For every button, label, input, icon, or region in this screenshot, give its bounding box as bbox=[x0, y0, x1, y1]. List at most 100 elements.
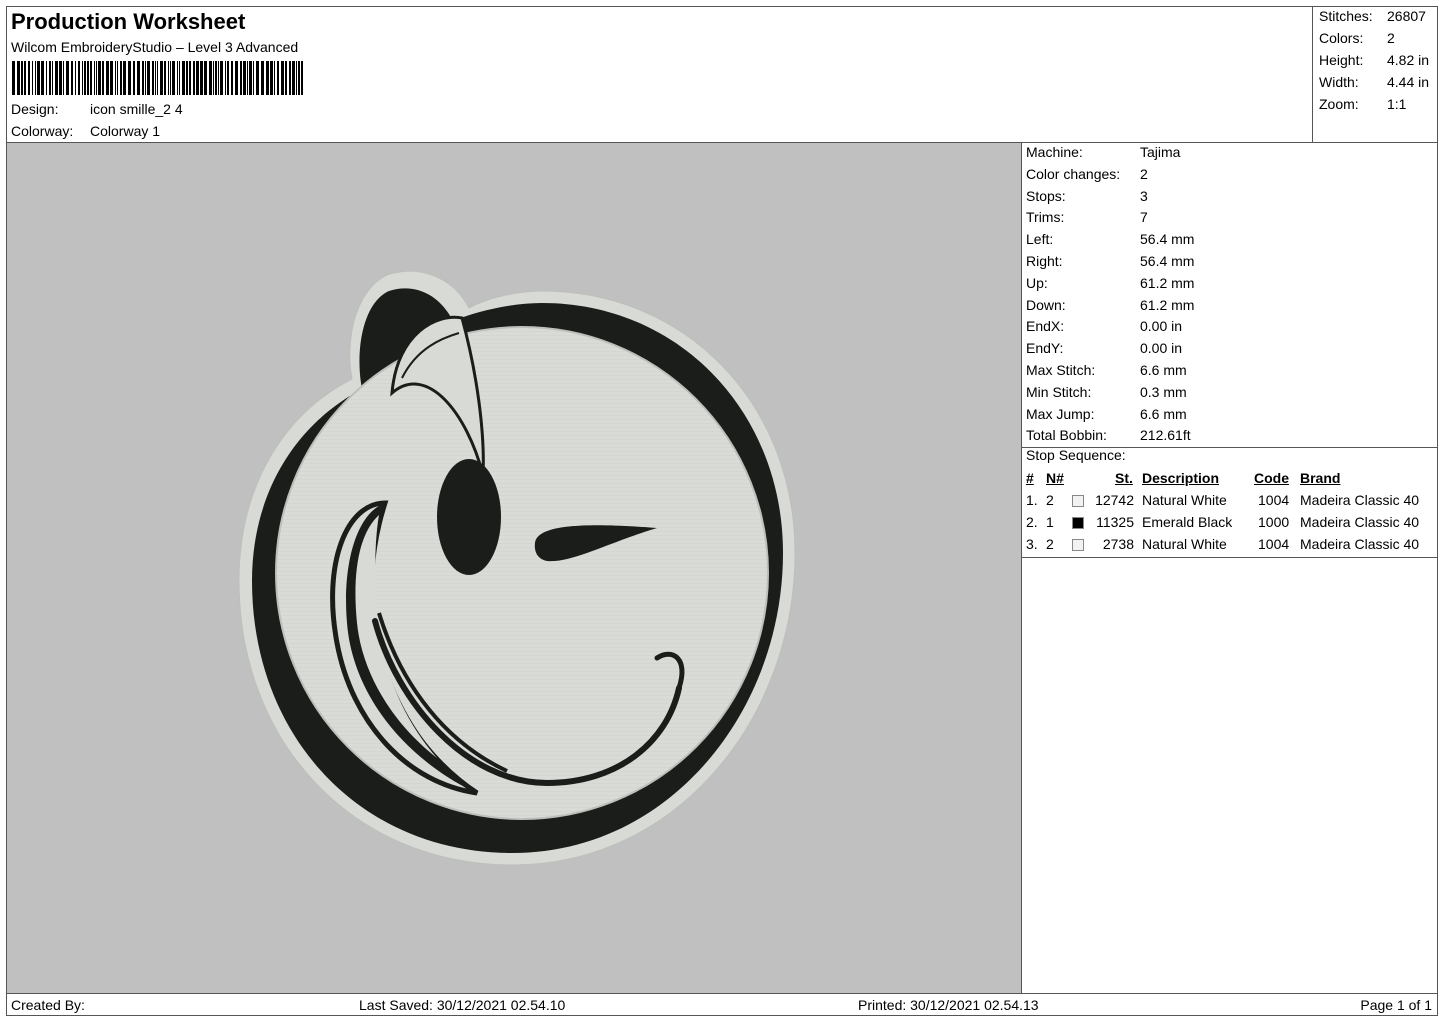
barcode-bar bbox=[152, 61, 154, 95]
created-by: Created By: bbox=[11, 997, 85, 1013]
stop-description: Natural White bbox=[1142, 492, 1227, 508]
barcode-bar bbox=[12, 61, 15, 95]
barcode-bar bbox=[75, 61, 76, 95]
barcode-bar bbox=[243, 61, 246, 95]
barcode-bar bbox=[63, 61, 64, 95]
machine-info-label: Total Bobbin: bbox=[1026, 427, 1107, 444]
barcode-bar bbox=[186, 61, 188, 95]
stop-description: Natural White bbox=[1142, 536, 1227, 552]
width-row: Width: 4.44 in bbox=[1319, 74, 1429, 90]
col-description-header: Description bbox=[1142, 470, 1220, 486]
barcode-bar bbox=[78, 61, 80, 95]
stop-description: Emerald Black bbox=[1142, 514, 1233, 530]
barcode-bar bbox=[218, 61, 219, 95]
machine-info-row: Max Stitch: 6.6 mm bbox=[1026, 362, 1187, 382]
barcode-bar bbox=[157, 61, 158, 95]
thread-color-swatch bbox=[1072, 539, 1084, 551]
stop-num: 1. bbox=[1026, 492, 1038, 508]
last-saved: Last Saved: 30/12/2021 02.54.10 bbox=[359, 997, 566, 1013]
machine-info-label: Trims: bbox=[1026, 209, 1065, 226]
stop-n: 2 bbox=[1046, 492, 1054, 508]
barcode-bar bbox=[35, 61, 36, 95]
barcode-bar bbox=[17, 61, 20, 95]
barcode-bar bbox=[59, 61, 62, 95]
colorway-value: Colorway 1 bbox=[90, 123, 161, 139]
worksheet-header: Production Worksheet Wilcom EmbroiderySt… bbox=[7, 7, 1313, 143]
barcode-bar bbox=[182, 61, 185, 95]
barcode-bar bbox=[87, 61, 89, 95]
stop-sequence-row: 2. 1 11325 Emerald Black 1000 Madeira Classic… bbox=[1022, 512, 1438, 534]
machine-info-label: Left: bbox=[1026, 231, 1054, 248]
stitches-row: Stitches: 26807 bbox=[1319, 8, 1426, 24]
barcode bbox=[12, 61, 303, 95]
machine-info-value: 61.2 mm bbox=[1140, 274, 1195, 291]
machine-info-value: Tajima bbox=[1140, 144, 1181, 160]
barcode-bar bbox=[142, 61, 144, 95]
barcode-bar bbox=[220, 61, 223, 95]
barcode-bar bbox=[227, 61, 229, 95]
barcode-bar bbox=[189, 61, 191, 95]
barcode-bar bbox=[285, 61, 287, 95]
barcode-bar bbox=[133, 61, 135, 95]
barcode-bar bbox=[261, 61, 264, 95]
barcode-bar bbox=[289, 61, 291, 95]
barcode-bar bbox=[209, 61, 212, 95]
stop-code: 1000 bbox=[1258, 514, 1290, 530]
divider bbox=[1022, 557, 1438, 558]
height-label: Height: bbox=[1319, 52, 1364, 68]
design-value: icon smille_2 4 bbox=[90, 101, 183, 117]
machine-info-value: 0.00 in bbox=[1140, 340, 1183, 357]
barcode-bar bbox=[240, 61, 242, 95]
page-title: Production Worksheet bbox=[11, 9, 246, 34]
stop-n: 1 bbox=[1046, 514, 1054, 530]
machine-info-value: 56.4 mm bbox=[1140, 253, 1195, 269]
barcode-bar bbox=[270, 61, 273, 95]
colorway-label: Colorway: bbox=[11, 123, 74, 139]
machine-info-label: Color changes: bbox=[1026, 165, 1121, 182]
machine-info-value: 56.4 mm bbox=[1140, 231, 1195, 248]
barcode-bar bbox=[117, 61, 118, 95]
col-brand-header: Brand bbox=[1300, 470, 1341, 486]
barcode-bar bbox=[296, 61, 297, 95]
barcode-bar bbox=[247, 61, 248, 95]
machine-info-row: Color changes: 2 bbox=[1026, 166, 1148, 186]
colors-value: 2 bbox=[1387, 30, 1395, 46]
barcode-bar bbox=[49, 61, 51, 95]
barcode-bar bbox=[281, 61, 284, 95]
stop-st: 2738 bbox=[1102, 536, 1134, 552]
machine-info-row: EndY: 0.00 in bbox=[1026, 340, 1182, 360]
thread-color-swatch bbox=[1072, 495, 1084, 507]
production-worksheet: Production Worksheet Wilcom EmbroiderySt… bbox=[6, 6, 1438, 1016]
barcode-bar bbox=[177, 61, 178, 95]
machine-info-label: Min Stitch: bbox=[1026, 383, 1092, 400]
machine-info-label: Machine: bbox=[1026, 144, 1083, 160]
machine-info-row: Left: 56.4 mm bbox=[1026, 231, 1194, 251]
winking-smiley-embroidery bbox=[238, 270, 796, 866]
barcode-bar bbox=[84, 61, 86, 95]
barcode-bar bbox=[32, 61, 33, 95]
machine-info-value: 2 bbox=[1140, 165, 1148, 182]
barcode-bar bbox=[274, 61, 275, 95]
barcode-bar bbox=[215, 61, 217, 95]
barcode-bar bbox=[21, 61, 23, 95]
stop-brand: Madeira Classic 40 bbox=[1300, 492, 1420, 508]
barcode-bar bbox=[170, 61, 171, 95]
barcode-bar bbox=[253, 61, 254, 95]
barcode-bar bbox=[96, 61, 97, 95]
machine-info-value: 7 bbox=[1140, 209, 1148, 226]
stop-sequence-title: Stop Sequence: bbox=[1026, 447, 1126, 463]
colors-label: Colors: bbox=[1319, 30, 1364, 46]
barcode-bar bbox=[52, 61, 53, 95]
barcode-bar bbox=[71, 61, 73, 95]
stop-code: 1004 bbox=[1258, 536, 1290, 552]
barcode-bar bbox=[41, 61, 44, 95]
barcode-bar bbox=[106, 61, 109, 95]
stitches-value: 26807 bbox=[1387, 8, 1426, 24]
barcode-bar bbox=[196, 61, 199, 95]
barcode-bar bbox=[24, 61, 26, 95]
barcode-bar bbox=[128, 61, 131, 95]
barcode-bar bbox=[235, 61, 238, 95]
barcode-bar bbox=[46, 61, 47, 95]
machine-info-value: 212.61ft bbox=[1140, 427, 1191, 444]
stop-st: 12742 bbox=[1095, 492, 1134, 508]
